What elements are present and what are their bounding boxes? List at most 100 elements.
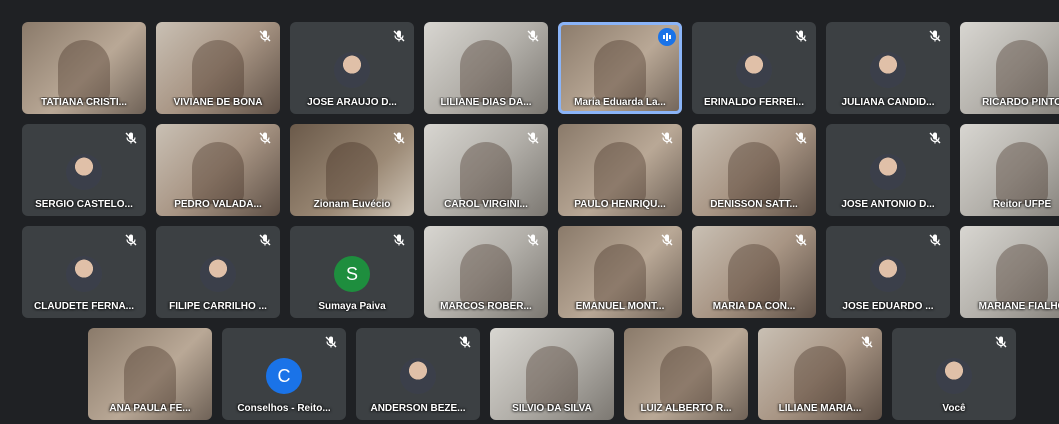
participant-tile[interactable]: C Conselhos - Reito... (222, 328, 346, 420)
participant-tile[interactable]: JOSE ARAUJO D... (290, 22, 414, 114)
participant-tile[interactable]: LILIANE DIAS DA... (424, 22, 548, 114)
participant-tile[interactable]: TATIANA CRISTI... (22, 22, 146, 114)
participant-name: RICARDO PINTO (982, 97, 1059, 108)
participant-name: JOSE ARAUJO D... (307, 97, 397, 108)
mic-off-icon (124, 233, 138, 247)
mic-off-icon (526, 233, 540, 247)
participant-tile[interactable]: ANDERSON BEZE... (356, 328, 480, 420)
participant-video (660, 346, 712, 408)
participant-name: SILVIO DA SILVA (512, 403, 592, 414)
participant-tile[interactable]: SERGIO CASTELO... (22, 124, 146, 216)
participant-video (460, 142, 512, 204)
participant-name: PEDRO VALADA... (174, 199, 262, 210)
avatar (200, 256, 236, 292)
participant-name: DENISSON SATT... (710, 199, 798, 210)
participant-name: LILIANE MARIA... (778, 403, 862, 414)
participant-tile[interactable]: PEDRO VALADA... (156, 124, 280, 216)
participant-video (996, 142, 1048, 204)
participant-name: MARIANE FIALHO (978, 301, 1059, 312)
participant-tile[interactable]: LILIANE MARIA... (758, 328, 882, 420)
participant-name: JOSE ANTONIO D... (841, 199, 935, 210)
participant-name: Reitor UFPE (992, 199, 1052, 210)
participant-video (58, 40, 110, 102)
participant-tile[interactable]: DENISSON SATT... (692, 124, 816, 216)
participant-tile[interactable]: VIVIANE DE BONA (156, 22, 280, 114)
mic-off-icon (258, 233, 272, 247)
mic-off-icon (660, 233, 674, 247)
mic-off-icon (392, 233, 406, 247)
avatar (66, 256, 102, 292)
participant-name: Zionam Euvécio (313, 199, 391, 210)
avatar (66, 154, 102, 190)
participant-tile[interactable]: JOSE EDUARDO ... (826, 226, 950, 318)
mic-off-icon (526, 29, 540, 43)
participant-tile[interactable]: SILVIO DA SILVA (490, 328, 614, 420)
mic-off-icon (794, 131, 808, 145)
avatar (736, 52, 772, 88)
avatar (870, 52, 906, 88)
participant-tile[interactable]: RICARDO PINTO (960, 22, 1059, 114)
participant-name: VIVIANE DE BONA (173, 97, 263, 108)
participant-name: ANDERSON BEZE... (370, 403, 466, 414)
participant-tile[interactable]: JULIANA CANDID... (826, 22, 950, 114)
participant-name: Maria Eduarda La... (574, 97, 666, 108)
participant-video (594, 142, 646, 204)
mic-off-icon (794, 29, 808, 43)
participant-tile[interactable]: Você (892, 328, 1016, 420)
participant-tile[interactable]: S Sumaya Paiva (290, 226, 414, 318)
participant-video (460, 244, 512, 306)
participant-tile[interactable]: ERINALDO FERREI... (692, 22, 816, 114)
participant-name: MARCOS ROBER... (440, 301, 532, 312)
mic-off-icon (392, 131, 406, 145)
participant-tile[interactable]: ANA PAULA FE... (88, 328, 212, 420)
participant-name: LILIANE DIAS DA... (440, 97, 532, 108)
participant-tile[interactable]: JOSE ANTONIO D... (826, 124, 950, 216)
participant-name: LUIZ ALBERTO R... (640, 403, 732, 414)
participant-video (192, 142, 244, 204)
participant-name: ERINALDO FERREI... (703, 97, 804, 108)
participant-tile[interactable]: MARCOS ROBER... (424, 226, 548, 318)
participant-name: JULIANA CANDID... (841, 97, 935, 108)
participant-video (996, 40, 1048, 102)
mic-off-icon (994, 335, 1008, 349)
participant-video (594, 244, 646, 306)
participant-tile[interactable]: FILIPE CARRILHO ... (156, 226, 280, 318)
participant-video (326, 142, 378, 204)
participant-tile[interactable]: EMANUEL MONT... (558, 226, 682, 318)
participant-tile[interactable]: MARIANE FIALHO (960, 226, 1059, 318)
participant-tile[interactable]: PAULO HENRIQU... (558, 124, 682, 216)
participant-name: JOSE EDUARDO ... (842, 301, 934, 312)
participant-video (728, 142, 780, 204)
avatar (334, 52, 370, 88)
participant-tile[interactable]: Maria Eduarda La... (558, 22, 682, 114)
mic-off-icon (258, 131, 272, 145)
participant-video (594, 40, 646, 102)
participant-tile[interactable]: MARIA DA CON... (692, 226, 816, 318)
participant-video (794, 346, 846, 408)
mic-off-icon (928, 131, 942, 145)
participant-tile[interactable]: CLAUDETE FERNA... (22, 226, 146, 318)
participant-video (526, 346, 578, 408)
participant-video (192, 40, 244, 102)
participant-video (728, 244, 780, 306)
participant-name: ANA PAULA FE... (109, 403, 191, 414)
avatar (870, 256, 906, 292)
participant-video (124, 346, 176, 408)
participant-name: Conselhos - Reito... (237, 403, 331, 414)
participant-tile[interactable]: CAROL VIRGINI... (424, 124, 548, 216)
participant-tile[interactable]: Zionam Euvécio (290, 124, 414, 216)
participant-name: PAULO HENRIQU... (574, 199, 666, 210)
mic-off-icon (928, 29, 942, 43)
participant-tile[interactable]: LUIZ ALBERTO R... (624, 328, 748, 420)
mic-off-icon (794, 233, 808, 247)
participant-name: CAROL VIRGINI... (444, 199, 528, 210)
participant-name: EMANUEL MONT... (575, 301, 665, 312)
mic-off-icon (392, 29, 406, 43)
participant-name: MARIA DA CON... (712, 301, 796, 312)
mic-off-icon (458, 335, 472, 349)
participant-name: Você (942, 403, 966, 414)
mic-off-icon (928, 233, 942, 247)
mic-off-icon (324, 335, 338, 349)
participant-name: TATIANA CRISTI... (41, 97, 127, 108)
participant-tile[interactable]: Reitor UFPE (960, 124, 1059, 216)
